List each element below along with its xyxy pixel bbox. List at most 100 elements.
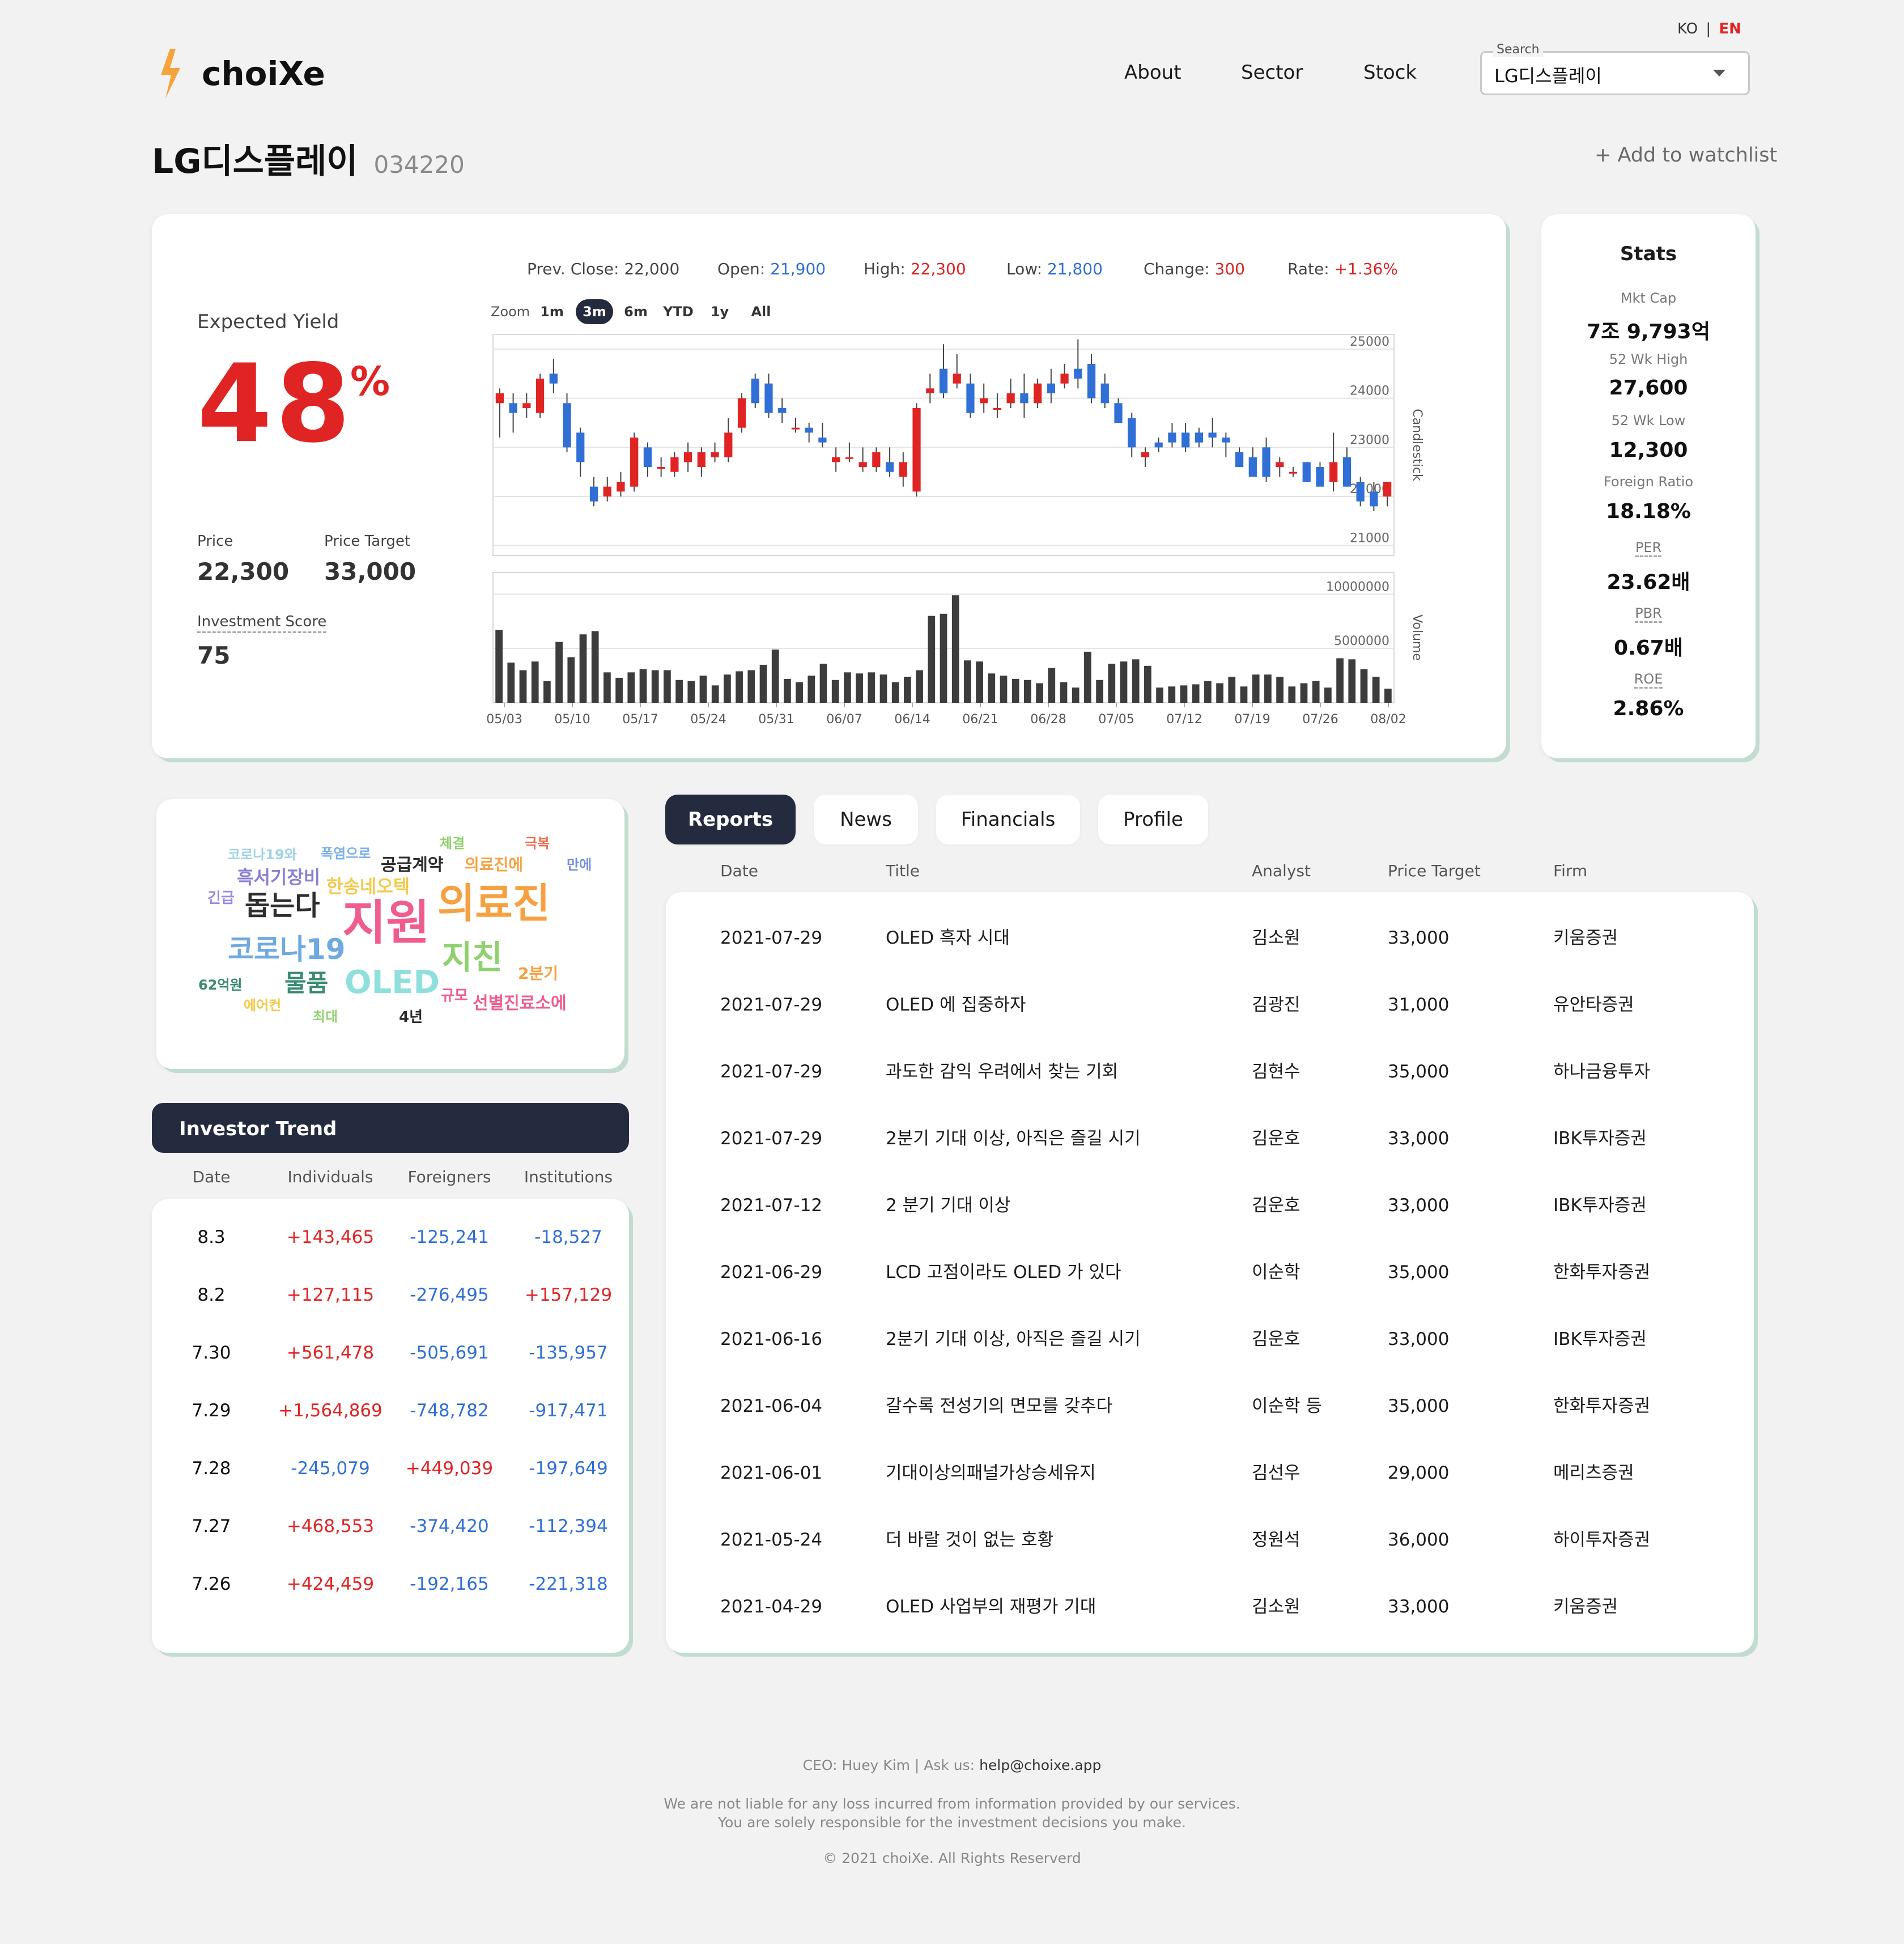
table-row[interactable]: 2021-07-29 2분기 기대 이상, 아직은 즐길 시기 김운호 33,0…: [666, 1105, 1754, 1172]
report-date: 2021-07-29: [720, 1128, 823, 1149]
trend-foreigners: +449,039: [405, 1458, 494, 1479]
roe-label[interactable]: ROE: [1634, 671, 1663, 689]
volume-bar: [1252, 674, 1260, 703]
candle-body: [563, 403, 571, 448]
wordcloud-word[interactable]: 4년: [399, 1010, 423, 1025]
wordcloud-word[interactable]: 한송네오텍: [326, 877, 410, 895]
tab-profile[interactable]: Profile: [1098, 795, 1208, 844]
candle-body: [805, 427, 813, 433]
add-watchlist-button[interactable]: + Add to watchlist: [1595, 144, 1777, 167]
lang-ko[interactable]: KO: [1677, 20, 1698, 37]
table-row[interactable]: 2021-06-16 2분기 기대 이상, 아직은 즐길 시기 김운호 33,0…: [666, 1306, 1754, 1373]
nav-about[interactable]: About: [1124, 61, 1182, 84]
report-title[interactable]: 과도한 감익 우려에서 찾는 기회: [886, 1038, 1118, 1105]
table-row[interactable]: 2021-06-01 기대이상의패널가상승세유지 김선우 29,000 메리츠증…: [666, 1440, 1754, 1506]
x-tick-label: 07/19: [1234, 712, 1270, 727]
wordcloud-word[interactable]: 코로나19와: [228, 848, 297, 861]
wordcloud-word[interactable]: 물품: [284, 971, 328, 995]
footer-email[interactable]: help@choixe.app: [979, 1757, 1101, 1773]
report-title[interactable]: 더 바랄 것이 없는 호황: [886, 1506, 1053, 1573]
table-row[interactable]: 2021-07-29 OLED 에 집중하자 김광진 31,000 유안타증권: [666, 971, 1754, 1038]
report-title[interactable]: 기대이상의패널가상승세유지: [886, 1440, 1096, 1506]
wordcloud-word[interactable]: 코로나19: [228, 935, 346, 963]
wordcloud-word[interactable]: 2분기: [518, 966, 558, 982]
stat-52wk-high-label: 52 Wk High: [1609, 351, 1688, 367]
zoom-1m[interactable]: 1m: [536, 299, 568, 324]
wordcloud-word[interactable]: 만에: [567, 858, 592, 872]
search-select[interactable]: Search LG디스플레이: [1480, 43, 1750, 95]
candle-body: [683, 452, 692, 462]
trend-foreigners: -192,165: [410, 1574, 489, 1594]
zoom-all[interactable]: All: [743, 299, 779, 324]
wordcloud-word[interactable]: 지친: [442, 941, 503, 974]
volume-bar: [651, 670, 659, 703]
x-tick-label: 06/21: [962, 712, 998, 727]
table-row[interactable]: 2021-05-24 더 바랄 것이 없는 호황 정원석 36,000 하이투자…: [666, 1506, 1754, 1573]
stat-roe-label[interactable]: ROE: [1541, 671, 1756, 689]
trend-institutions: -18,527: [534, 1227, 602, 1247]
report-date: 2021-06-01: [720, 1463, 823, 1483]
candle-body: [1020, 393, 1028, 404]
price-target-label: Price Target: [324, 533, 411, 550]
wordcloud-word[interactable]: 62억원: [198, 978, 243, 992]
pbr-label[interactable]: PBR: [1635, 605, 1662, 623]
logo[interactable]: choiXe: [153, 45, 325, 102]
tab-reports[interactable]: Reports: [665, 795, 796, 844]
report-title[interactable]: OLED 사업부의 재평가 기대: [886, 1573, 1096, 1640]
report-title[interactable]: OLED 흑자 시대: [886, 905, 1010, 971]
volume-bar: [495, 630, 503, 703]
report-title[interactable]: 2분기 기대 이상, 아직은 즐길 시기: [886, 1105, 1141, 1172]
wordcloud-word[interactable]: OLED: [345, 967, 440, 999]
price-chart[interactable]: 2500024000230002200021000Candlestick1000…: [487, 329, 1428, 737]
report-title[interactable]: OLED 에 집중하자: [886, 971, 1026, 1038]
wordcloud-word[interactable]: 규모: [441, 988, 468, 1003]
wordcloud-word[interactable]: 의료진: [437, 883, 550, 924]
wordcloud-word[interactable]: 긴급: [207, 891, 235, 906]
tab-financials[interactable]: Financials: [936, 795, 1080, 844]
col-date: Date: [720, 861, 758, 880]
table-row[interactable]: 2021-07-29 OLED 흑자 시대 김소원 33,000 키움증권: [666, 905, 1754, 971]
nav-sector[interactable]: Sector: [1241, 61, 1303, 84]
wordcloud-word[interactable]: 극복: [525, 837, 550, 850]
volume-bar: [507, 663, 515, 703]
zoom-1y[interactable]: 1y: [704, 299, 736, 324]
zoom-3m[interactable]: 3m: [576, 299, 613, 324]
investment-score-label[interactable]: Investment Score: [197, 613, 327, 633]
table-row[interactable]: 2021-07-12 2 분기 기대 이상 김운호 33,000 IBK투자증권: [666, 1172, 1754, 1239]
stat-pbr-label[interactable]: PBR: [1541, 605, 1756, 623]
table-row[interactable]: 2021-07-29 과도한 감익 우려에서 찾는 기회 김현수 35,000 …: [666, 1038, 1754, 1105]
wordcloud-word[interactable]: 체결: [440, 837, 465, 850]
wordcloud-word[interactable]: 지원: [342, 899, 430, 946]
wordcloud-word[interactable]: 돕는다: [245, 892, 320, 919]
candle-body: [980, 398, 988, 404]
stat-roe-value: 2.86%: [1613, 697, 1684, 720]
brand-name: choiXe: [202, 54, 325, 93]
zoom-6m[interactable]: 6m: [620, 299, 652, 324]
table-row[interactable]: 2021-06-04 갈수록 전성기의 면모를 갖추다 이순학 등 35,000…: [666, 1373, 1754, 1440]
tab-news[interactable]: News: [814, 795, 918, 844]
nav-stock[interactable]: Stock: [1363, 61, 1417, 84]
report-title[interactable]: 갈수록 전성기의 면모를 갖추다: [886, 1373, 1112, 1440]
stat-per-label[interactable]: PER: [1541, 540, 1756, 557]
wordcloud-word[interactable]: 의료진에: [465, 857, 523, 873]
wordcloud-word[interactable]: 최대: [313, 1010, 338, 1024]
lang-en[interactable]: EN: [1719, 20, 1741, 37]
report-title[interactable]: 2분기 기대 이상, 아직은 즐길 시기: [886, 1306, 1141, 1373]
report-title[interactable]: LCD 고점이라도 OLED 가 있다: [886, 1239, 1121, 1306]
report-firm: 유안타증권: [1553, 995, 1634, 1015]
wordcloud-word[interactable]: 에어컨: [244, 999, 281, 1012]
wordcloud-word[interactable]: 선별진료소에: [473, 995, 567, 1012]
x-tick-label: 05/17: [622, 712, 658, 727]
stats-title: Stats: [1620, 243, 1677, 265]
wordcloud-word[interactable]: 흑서기장비: [237, 868, 320, 886]
yield-percent: %: [350, 358, 390, 405]
wordcloud-word[interactable]: 공급계약: [381, 857, 443, 874]
table-row[interactable]: 2021-04-29 OLED 사업부의 재평가 기대 김소원 33,000 키…: [666, 1573, 1754, 1640]
table-row[interactable]: 2021-06-29 LCD 고점이라도 OLED 가 있다 이순학 35,00…: [666, 1239, 1754, 1306]
wordcloud-word[interactable]: 폭염으로: [321, 847, 371, 860]
col-title: Title: [886, 861, 920, 880]
report-title[interactable]: 2 분기 기대 이상: [886, 1172, 1010, 1239]
zoom-ytd[interactable]: YTD: [660, 299, 697, 324]
report-date: 2021-06-16: [720, 1329, 823, 1349]
per-label[interactable]: PER: [1635, 540, 1662, 557]
